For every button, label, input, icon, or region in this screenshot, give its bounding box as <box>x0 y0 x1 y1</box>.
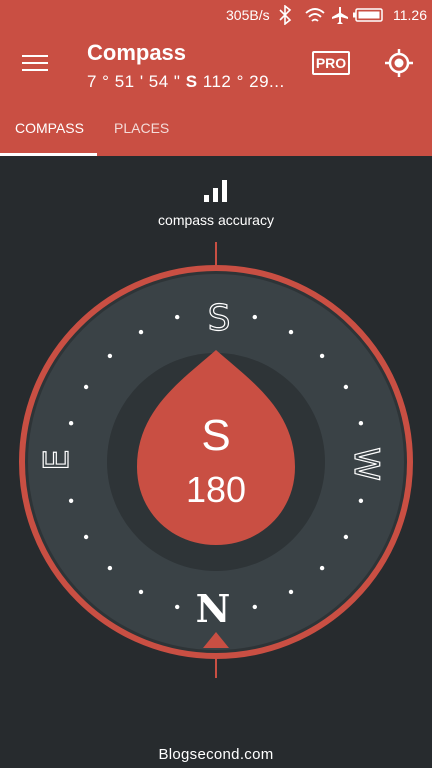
tick-dot <box>343 534 349 540</box>
coord-longitude: 112 ° 29... <box>197 72 285 91</box>
tick-dot <box>175 604 180 610</box>
tick-dot <box>343 384 349 390</box>
cardinal-right: W <box>346 447 386 481</box>
heading-letter: S <box>201 411 230 460</box>
cardinal-left: E <box>37 449 77 470</box>
locate-icon[interactable] <box>384 48 414 78</box>
location-coordinates: 7 ° 51 ' 54 " S 112 ° 29... <box>87 72 287 92</box>
tick-dot <box>107 353 113 359</box>
compass-dial[interactable]: S 180 S N E W <box>0 240 432 680</box>
clock: 11.26 <box>393 7 427 23</box>
airplane-icon <box>332 7 348 24</box>
pro-button[interactable]: PRO <box>312 51 350 75</box>
tick-dot <box>68 498 74 503</box>
tick-dot <box>175 314 180 320</box>
tick-dot <box>319 565 325 571</box>
status-icons <box>279 5 383 25</box>
tick-dot <box>83 384 89 390</box>
tick-dot <box>288 329 294 335</box>
page-title: Compass <box>87 40 187 65</box>
tick-dot <box>358 421 364 426</box>
watermark: Blogsecond.com <box>158 746 274 763</box>
tick-dot <box>68 421 74 426</box>
compass-accuracy-label: compass accuracy <box>158 212 274 228</box>
app-bar: Compass 7 ° 51 ' 54 " S 112 ° 29... PRO … <box>0 30 432 156</box>
cardinal-bottom: N <box>196 586 231 631</box>
menu-icon[interactable] <box>22 50 48 76</box>
active-tab-indicator <box>0 153 97 156</box>
tick-dot <box>358 498 364 503</box>
tick-dot <box>138 329 144 335</box>
tick-dot <box>252 314 257 320</box>
battery-icon <box>353 8 383 22</box>
heading-degrees: 180 <box>186 469 246 510</box>
network-speed: 305B/s <box>226 7 270 23</box>
tab-places[interactable]: PLACES <box>114 120 169 136</box>
wifi-icon <box>305 8 325 22</box>
tick-dot <box>83 534 89 540</box>
tick-dot <box>252 604 257 610</box>
coord-direction: S <box>185 72 198 91</box>
signal-bars-icon <box>204 180 227 202</box>
status-bar: 305B/s 11.26 <box>0 0 432 30</box>
cardinal-top: S <box>208 298 231 339</box>
coord-latitude: 7 ° 51 ' 54 " <box>87 72 186 91</box>
tick-dot <box>319 353 325 359</box>
tab-compass[interactable]: COMPASS <box>15 120 84 136</box>
bluetooth-icon <box>279 5 292 25</box>
tick-dot <box>288 589 294 595</box>
tick-dot <box>107 565 113 571</box>
tick-dot <box>138 589 144 595</box>
